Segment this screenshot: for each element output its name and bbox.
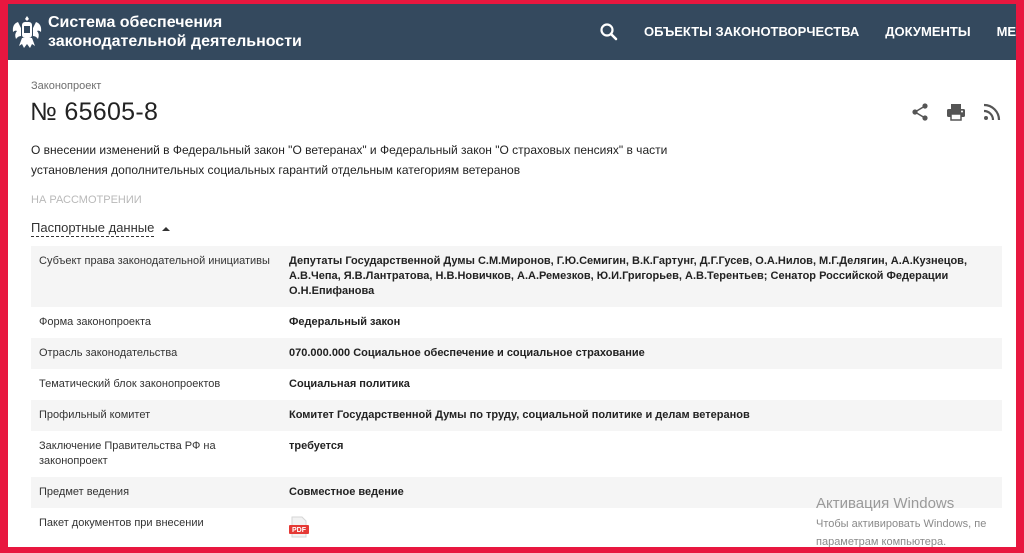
bill-description: О внесении изменений в Федеральный закон… bbox=[31, 143, 668, 177]
browser-frame: Система обеспечения законодательной деят… bbox=[8, 4, 1016, 547]
pdf-icon-shape: PDF bbox=[289, 516, 309, 538]
table-row: Заключение Правительства РФ на законопро… bbox=[31, 431, 1002, 477]
row-value: Депутаты Государственной Думы С.М.Мироно… bbox=[281, 246, 1002, 307]
row-key: Форма законопроекта bbox=[31, 307, 281, 338]
pdf-icon[interactable]: PDF bbox=[289, 516, 309, 538]
table-row: Форма законопроекта Федеральный закон bbox=[31, 307, 1002, 338]
row-value: 070.000.000 Социальное обеспечение и соц… bbox=[281, 338, 1002, 369]
nav-item-documents[interactable]: ДОКУМЕНТЫ bbox=[885, 4, 970, 60]
bill-card: Законопроект № 65605-8 О внесении измене… bbox=[8, 60, 1016, 547]
caret-up-icon bbox=[162, 226, 171, 231]
row-value: PDF bbox=[281, 508, 1002, 547]
row-key: Тематический блок законопроектов bbox=[31, 369, 281, 400]
table-row: Профильный комитет Комитет Государственн… bbox=[31, 400, 1002, 431]
row-key: Профильный комитет bbox=[31, 400, 281, 431]
table-row: Отрасль законодательства 070.000.000 Соц… bbox=[31, 338, 1002, 369]
site-title[interactable]: Система обеспечения законодательной деят… bbox=[48, 13, 302, 51]
row-value: Совместное ведение bbox=[281, 477, 1002, 508]
action-bar bbox=[910, 102, 1002, 122]
search-icon[interactable] bbox=[599, 22, 619, 42]
top-header: Система обеспечения законодательной деят… bbox=[8, 4, 1016, 60]
site-title-line1: Система обеспечения bbox=[48, 14, 223, 31]
table-row: Пакет документов при внесении PDF bbox=[31, 508, 1002, 547]
rss-icon[interactable] bbox=[982, 102, 1002, 122]
breadcrumb: Законопроект bbox=[31, 80, 102, 92]
passport-toggle-label: Паспортные данные bbox=[31, 220, 155, 237]
row-key: Предмет ведения bbox=[31, 477, 281, 508]
row-key: Отрасль законодательства bbox=[31, 338, 281, 369]
row-key: Заключение Правительства РФ на законопро… bbox=[31, 431, 281, 477]
nav-item-events[interactable]: МЕРО bbox=[997, 4, 1016, 60]
site-title-line2: законодательной деятельности bbox=[48, 33, 302, 50]
row-value: требуется bbox=[281, 431, 1002, 477]
status-badge: НА РАССМОТРЕНИИ bbox=[31, 194, 142, 206]
row-value: Комитет Государственной Думы по труду, с… bbox=[281, 400, 1002, 431]
table-row: Субъект права законодательной инициативы… bbox=[31, 246, 1002, 307]
row-key: Субъект права законодательной инициативы bbox=[31, 246, 281, 307]
row-key: Пакет документов при внесении bbox=[31, 508, 281, 547]
row-value: Социальная политика bbox=[281, 369, 1002, 400]
page-title: № 65605-8 bbox=[30, 98, 159, 126]
passport-table: Субъект права законодательной инициативы… bbox=[31, 246, 1002, 547]
print-icon[interactable] bbox=[946, 102, 966, 122]
table-row: Предмет ведения Совместное ведение bbox=[31, 477, 1002, 508]
main-nav: ОБЪЕКТЫ ЗАКОНОТВОРЧЕСТВА ДОКУМЕНТЫ МЕРО bbox=[644, 4, 1016, 60]
emblem-icon[interactable] bbox=[10, 12, 44, 52]
pdf-label: PDF bbox=[292, 527, 307, 534]
share-icon[interactable] bbox=[910, 102, 930, 122]
passport-toggle[interactable]: Паспортные данные bbox=[31, 220, 171, 237]
row-value: Федеральный закон bbox=[281, 307, 1002, 338]
table-row: Тематический блок законопроектов Социаль… bbox=[31, 369, 1002, 400]
nav-item-objects[interactable]: ОБЪЕКТЫ ЗАКОНОТВОРЧЕСТВА bbox=[644, 4, 859, 60]
